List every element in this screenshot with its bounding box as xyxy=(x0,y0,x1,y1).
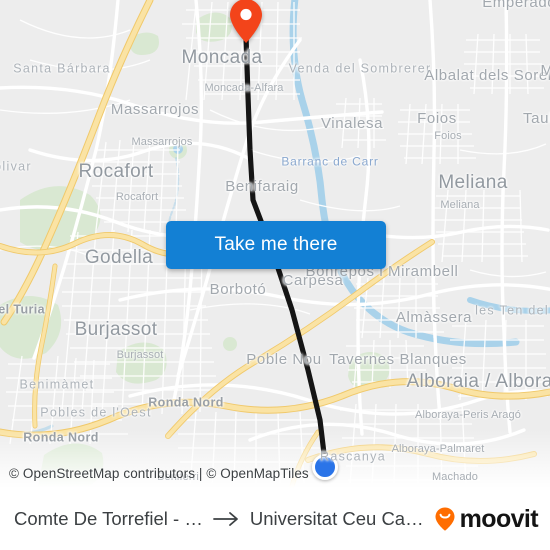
moovit-trip-screen: Santa Bárbara Moncada Moncada-Alfara Massar… xyxy=(0,0,550,550)
journey-summary: Comte De Torrefiel - Escu... Universitat… xyxy=(14,508,424,530)
destination-pin[interactable] xyxy=(229,0,263,44)
origin-dot[interactable] xyxy=(312,454,338,480)
map-attribution[interactable]: © OpenStreetMap contributors | © OpenMap… xyxy=(9,466,309,481)
destination-stop-label: Universitat Ceu Carden... xyxy=(249,508,424,529)
origin-stop-label: Comte De Torrefiel - Escu... xyxy=(14,508,204,529)
trip-footer-bar: Comte De Torrefiel - Escu... Universitat… xyxy=(0,488,550,550)
take-me-there-button[interactable]: Take me there xyxy=(166,221,386,269)
moovit-logo: moovit xyxy=(432,504,539,533)
moovit-pin-icon xyxy=(435,507,455,531)
arrow-right-icon xyxy=(212,511,241,527)
take-me-there-label: Take me there xyxy=(214,234,338,255)
moovit-wordmark: moovit xyxy=(459,504,539,533)
map-canvas[interactable]: Santa Bárbara Moncada Moncada-Alfara Massar… xyxy=(0,0,550,488)
